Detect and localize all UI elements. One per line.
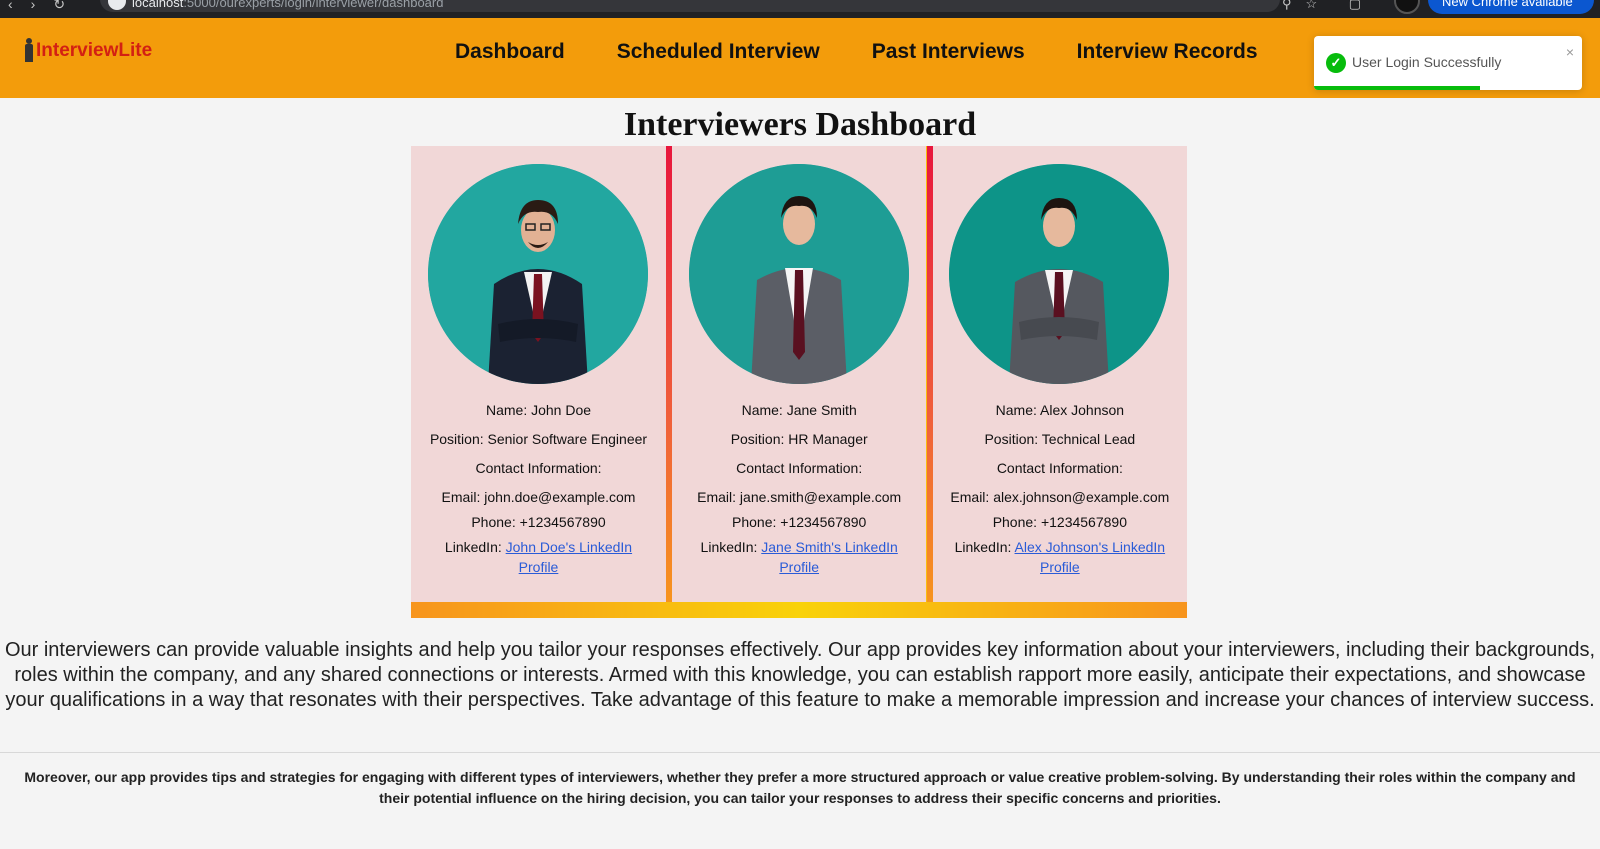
interviewer-photo [428,164,648,384]
interviewer-email: Email: john.doe@example.com [441,489,636,505]
app-logo[interactable]: InterviewLite [24,38,152,62]
interviewer-name: Name: Alex Johnson [995,402,1125,418]
interviewer-name: Name: Jane Smith [741,402,857,418]
tips-paragraph: Moreover, our app provides tips and stra… [24,769,1576,806]
contact-heading: Contact Information: [475,460,602,476]
interviewer-cards-section: Name: John Doe Position: Senior Software… [411,146,1188,618]
browser-toolbar: ‹›↻ localhost:5000/ourexperts/login/inte… [0,0,1600,18]
intro-paragraph: Our interviewers can provide valuable in… [4,639,1596,711]
toast-progress-bar [1314,86,1481,90]
toast-message: User Login Successfully [1352,54,1502,70]
section-divider [0,752,1600,753]
logo-person-icon [24,38,34,62]
person-photo-icon [949,164,1170,384]
interviewer-info: Name: Jane Smith Position: HR Manager Co… [672,400,927,577]
interviewer-phone: Phone: +1234567890 [732,514,867,530]
linkedin-profile-link[interactable]: Jane Smith's LinkedIn Profile [761,539,898,575]
interviewer-position: Position: Senior Software Engineer [429,431,648,447]
interviewer-phone: Phone: +1234567890 [471,514,606,530]
interviewer-position: Position: Technical Lead [984,431,1136,447]
close-icon[interactable]: × [1566,44,1574,60]
interviewer-card-john-doe: Name: John Doe Position: Senior Software… [411,146,666,602]
contact-heading: Contact Information: [996,460,1123,476]
nav-dashboard[interactable]: Dashboard [455,40,565,64]
nav-past-interviews[interactable]: Past Interviews [872,40,1025,64]
interviewer-cards: Name: John Doe Position: Senior Software… [411,146,1188,602]
linkedin-label: LinkedIn: [444,539,506,555]
nav-interview-records[interactable]: Interview Records [1077,40,1258,64]
success-check-icon: ✓ [1326,53,1346,73]
login-success-toast[interactable]: ✓ User Login Successfully × [1314,36,1582,90]
person-photo-icon [428,164,648,384]
linkedin-profile-link[interactable]: John Doe's LinkedIn Profile [506,539,632,575]
interviewer-card-alex-johnson: Name: Alex Johnson Position: Technical L… [932,146,1188,602]
logo-text: InterviewLite [36,40,153,61]
browser-action-icons[interactable]: ⚲☆ ▢ [1282,0,1375,12]
nav-scheduled-interview[interactable]: Scheduled Interview [617,40,820,64]
interviewer-linkedin: LinkedIn: John Doe's LinkedIn Profile [411,537,666,577]
interviewer-phone: Phone: +1234567890 [992,514,1127,530]
interviewer-linkedin: LinkedIn: Jane Smith's LinkedIn Profile [672,537,927,577]
linkedin-label: LinkedIn: [954,539,1015,555]
linkedin-profile-link[interactable]: Alex Johnson's LinkedIn Profile [1015,539,1166,575]
interviewer-photo [688,164,909,384]
interviewer-info: Name: John Doe Position: Senior Software… [411,400,666,577]
person-photo-icon [688,164,909,384]
page-title: Interviewers Dashboard [623,106,977,143]
interviewer-photo [949,164,1170,384]
interviewer-email: Email: alex.johnson@example.com [950,489,1170,505]
interviewer-email: Email: jane.smith@example.com [697,489,902,505]
interviewer-card-jane-smith: Name: Jane Smith Position: HR Manager Co… [671,146,927,602]
interviewer-linkedin: LinkedIn: Alex Johnson's LinkedIn Profil… [932,537,1187,577]
address-bar-url[interactable]: localhost:5000/ourexperts/login/intervie… [132,0,443,10]
card-divider [927,146,933,602]
profile-avatar-icon[interactable] [1394,0,1420,14]
interviewer-info: Name: Alex Johnson Position: Technical L… [932,400,1187,577]
interviewer-name: Name: John Doe [485,402,592,418]
contact-heading: Contact Information: [736,460,863,476]
linkedin-label: LinkedIn: [700,539,762,555]
browser-nav-icons[interactable]: ‹›↻ [8,0,83,13]
url-path: :5000/ourexperts/login/interviewer/dashb… [183,0,444,10]
chrome-update-button[interactable]: New Chrome available [1428,0,1594,14]
interviewer-position: Position: HR Manager [730,431,868,447]
main-nav: Dashboard Scheduled Interview Past Inter… [455,40,1258,64]
url-host: localhost [132,0,184,10]
card-divider [666,146,672,602]
